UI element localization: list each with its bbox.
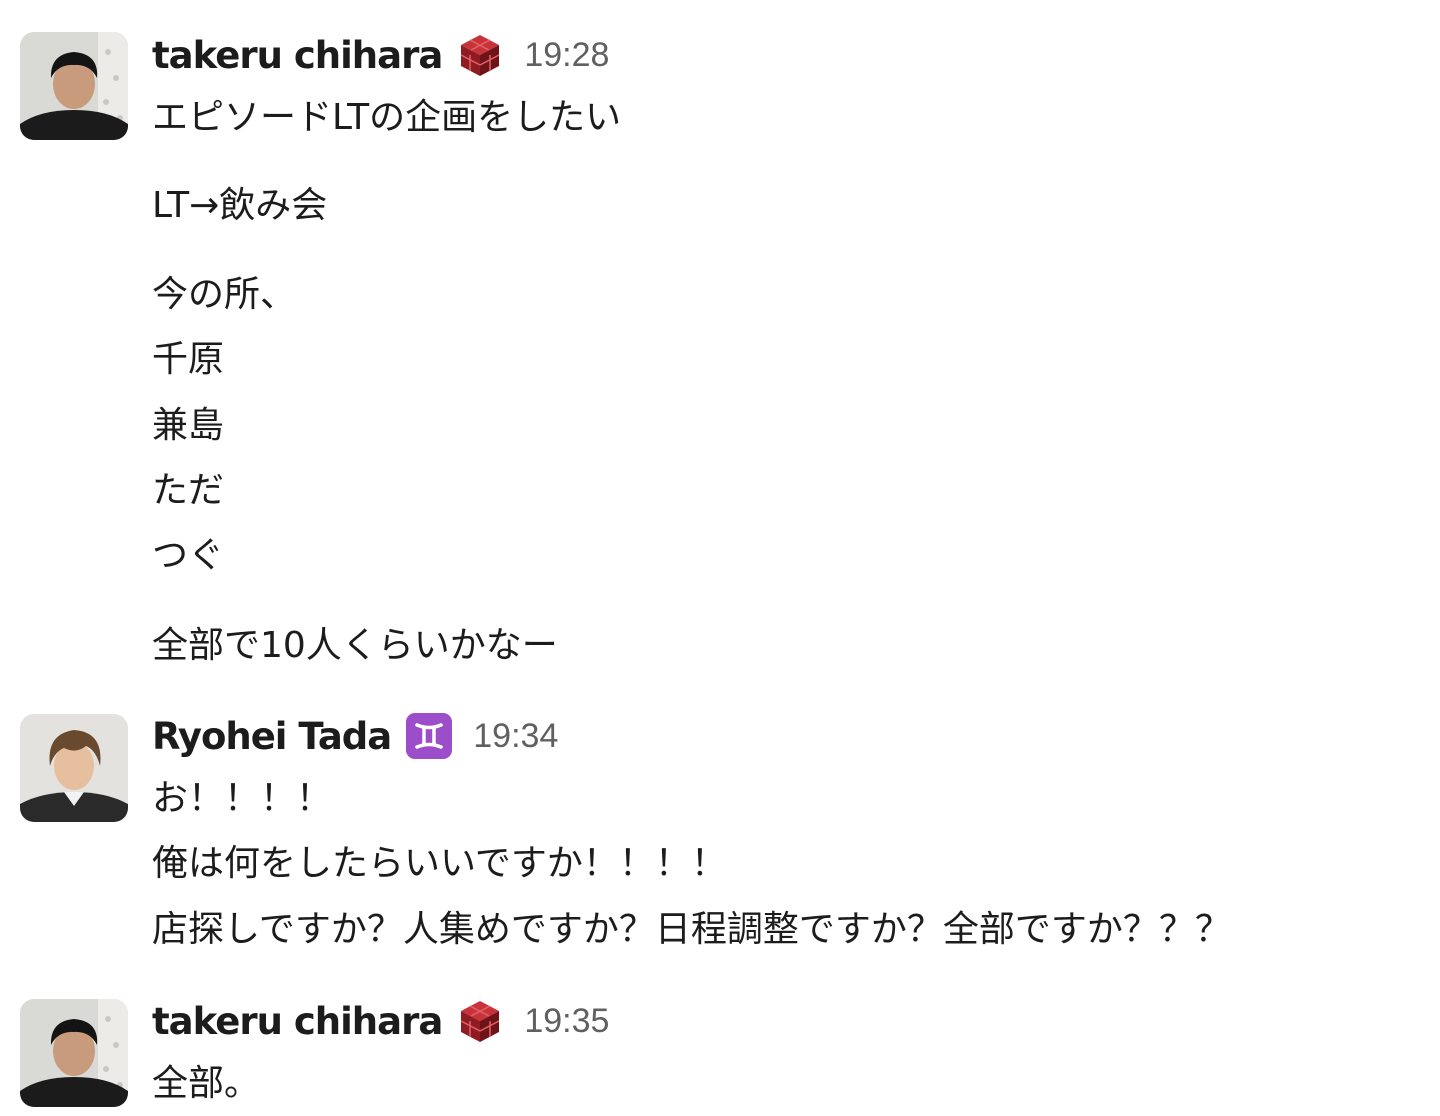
red-cube-icon <box>456 997 504 1045</box>
message-header: Ryohei Tada 19:34 <box>152 711 558 761</box>
message-text: 店探しですか？人集めですか？日程調整ですか？全部ですか？？？ <box>152 909 1231 950</box>
message-text: つぐ <box>152 535 225 576</box>
red-cube-icon <box>456 31 504 79</box>
avatar-takeru-chihara[interactable] <box>20 999 128 1107</box>
message-text: 千原 <box>152 339 225 380</box>
timestamp[interactable]: 19:28 <box>524 36 609 75</box>
message-header: takeru chihara 19:35 <box>152 996 609 1046</box>
author-name[interactable]: takeru chihara <box>152 34 443 77</box>
message-header: takeru chihara 19:28 <box>152 30 609 80</box>
message-text: LT→飲み会 <box>152 185 328 226</box>
timestamp[interactable]: 19:35 <box>524 1002 609 1041</box>
author-name[interactable]: Ryohei Tada <box>152 715 392 758</box>
message-text: 全部。 <box>152 1063 261 1104</box>
message-text: ただ <box>152 470 225 511</box>
message-text: 全部で10人くらいかなー <box>152 625 558 666</box>
message-text: エピソードLTの企画をしたい <box>152 97 622 138</box>
message-text: お！！！！ <box>152 778 333 819</box>
gemini-icon <box>405 712 453 760</box>
message-text: 俺は何をしたらいいですか！！！！ <box>152 843 727 884</box>
avatar-ryohei-tada[interactable] <box>20 714 128 822</box>
message-text: 今の所、 <box>152 274 297 315</box>
message-text: 兼島 <box>152 405 225 446</box>
timestamp[interactable]: 19:34 <box>473 717 558 756</box>
avatar-takeru-chihara[interactable] <box>20 32 128 140</box>
author-name[interactable]: takeru chihara <box>152 1000 443 1043</box>
